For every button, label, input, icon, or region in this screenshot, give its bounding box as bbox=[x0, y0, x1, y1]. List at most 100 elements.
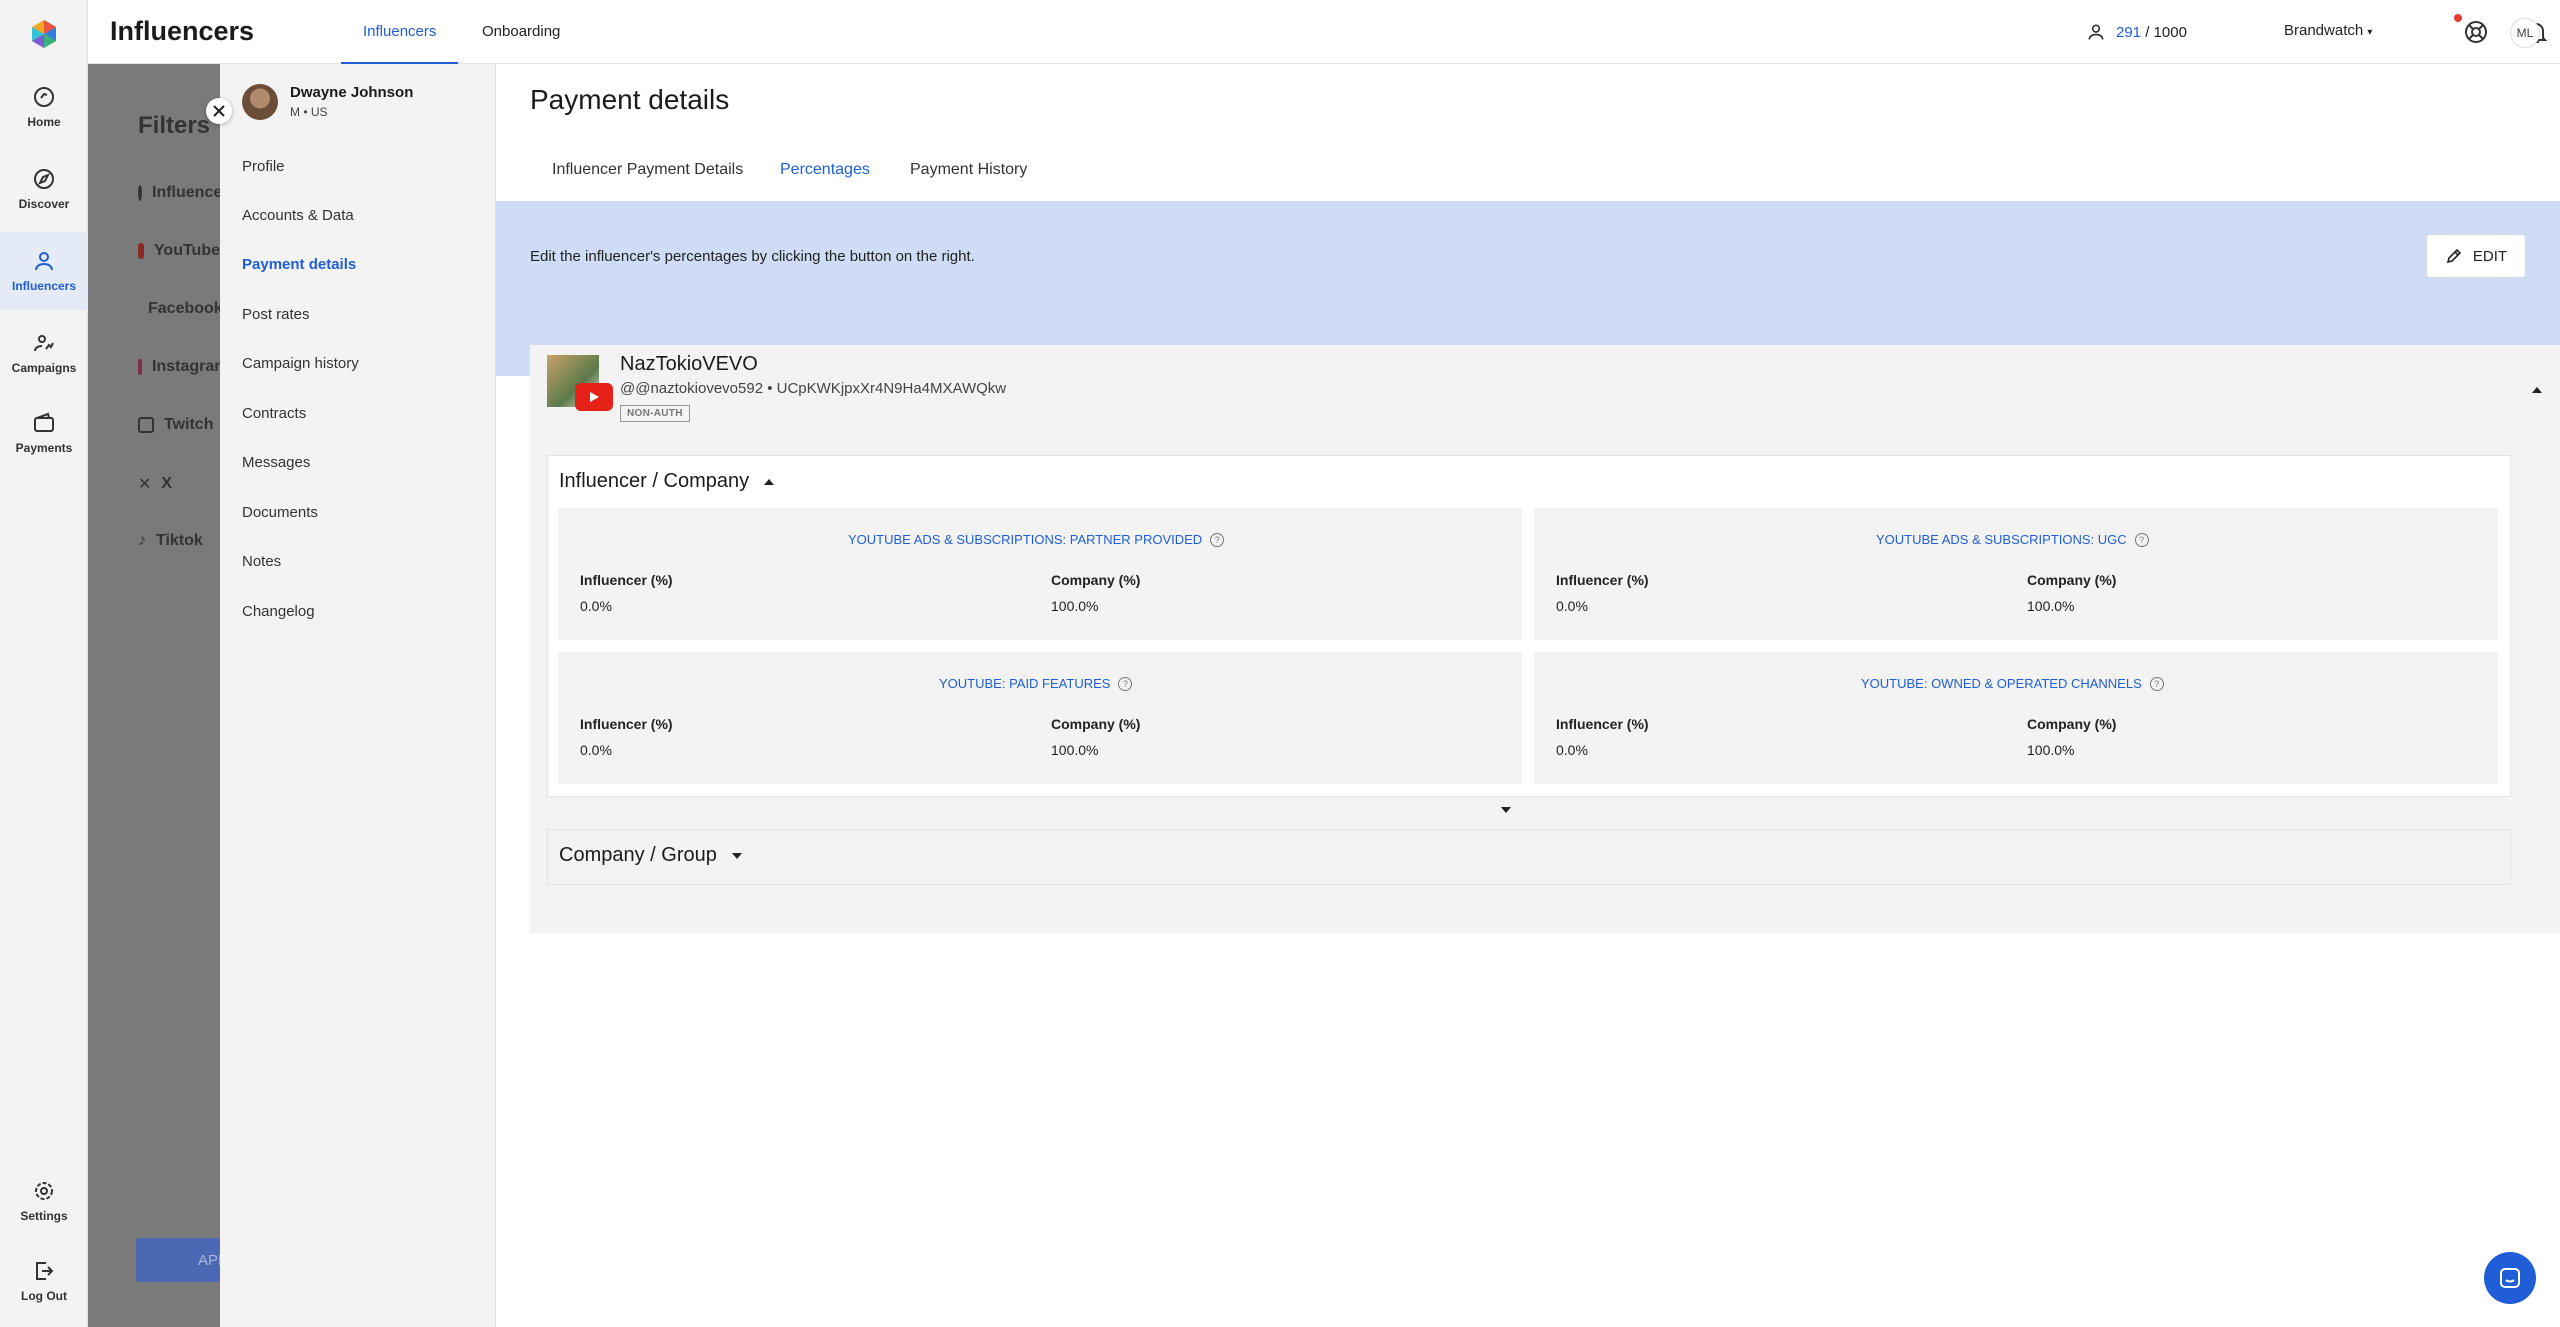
account-subtitle: @@naztokiovevo592 • UCpKWKjpxXr4N9Ha4MXA… bbox=[620, 380, 1007, 397]
caret-down-icon[interactable] bbox=[1500, 805, 1512, 815]
youtube-icon bbox=[138, 243, 144, 259]
info-icon[interactable]: ? bbox=[2149, 676, 2164, 691]
filter-row-facebook: Facebook bbox=[148, 300, 220, 317]
influencer-value: 0.0% bbox=[580, 742, 612, 758]
home-icon bbox=[34, 87, 54, 107]
counter-used: 291 bbox=[2116, 23, 2142, 41]
side-nav-changelog[interactable]: Changelog bbox=[242, 603, 315, 620]
side-nav-contracts[interactable]: Contracts bbox=[242, 405, 306, 422]
avatar bbox=[242, 84, 278, 120]
side-nav-accounts-data[interactable]: Accounts & Data bbox=[242, 207, 354, 224]
twitch-icon bbox=[138, 417, 154, 433]
influencer-label: Influencer (%) bbox=[580, 716, 673, 732]
caret-down-icon: ▾ bbox=[2367, 27, 2373, 38]
rail-campaigns[interactable]: Campaigns bbox=[0, 314, 88, 392]
influencer-counter: 291 / 1000 bbox=[2086, 22, 2187, 42]
person-icon bbox=[2088, 24, 2104, 40]
edit-button[interactable]: EDIT bbox=[2426, 234, 2526, 278]
rail-influencers[interactable]: Influencers bbox=[0, 232, 88, 310]
info-icon[interactable]: ? bbox=[2134, 532, 2149, 547]
app-logo-icon[interactable] bbox=[28, 18, 60, 50]
company-label: Company (%) bbox=[1051, 716, 1141, 732]
filter-row-twitch: Twitch bbox=[138, 416, 220, 434]
filters-panel-dimmed: Filters Influencer YouTube Facebook Inst… bbox=[88, 64, 220, 1327]
close-icon bbox=[213, 105, 225, 117]
account-card: NazTokioVEVO @@naztokiovevo592 • UCpKWKj… bbox=[530, 345, 2560, 933]
main-content: Payment details Influencer Payment Detai… bbox=[496, 64, 2560, 1327]
company-group-toggle[interactable]: Company / Group bbox=[559, 844, 743, 867]
profile-meta: M • US bbox=[290, 105, 328, 119]
company-label: Company (%) bbox=[2027, 572, 2117, 588]
rail-payments[interactable]: Payments bbox=[0, 394, 88, 472]
rail-logout[interactable]: Log Out bbox=[0, 1242, 88, 1320]
influencer-value: 0.0% bbox=[580, 598, 612, 614]
chat-icon bbox=[2500, 1268, 2520, 1288]
caret-up-icon bbox=[764, 478, 775, 485]
gear-icon bbox=[35, 1182, 53, 1200]
company-label: Company (%) bbox=[1051, 572, 1141, 588]
filter-row-tiktok: ♪ Tiktok bbox=[138, 532, 203, 549]
influencer-value: 0.0% bbox=[1556, 742, 1588, 758]
caret-up-icon[interactable] bbox=[2530, 385, 2544, 395]
tab-percentages[interactable]: Percentages bbox=[758, 134, 892, 206]
person-icon bbox=[138, 185, 142, 201]
profile-header: Dwayne Johnson M • US bbox=[242, 84, 413, 120]
cell-heading: YOUTUBE ADS & SUBSCRIPTIONS: UGC? bbox=[1876, 532, 2149, 547]
percentage-cell: YOUTUBE: PAID FEATURES? Influencer (%) C… bbox=[558, 652, 1522, 784]
company-group-section: Company / Group bbox=[547, 829, 2511, 885]
chat-launcher-button[interactable] bbox=[2484, 1252, 2536, 1304]
cell-heading: YOUTUBE: PAID FEATURES? bbox=[939, 676, 1133, 691]
side-nav-profile[interactable]: Profile bbox=[242, 158, 285, 175]
company-value: 100.0% bbox=[2027, 598, 2075, 614]
company-value: 100.0% bbox=[1051, 598, 1099, 614]
counter-total: 1000 bbox=[2153, 23, 2187, 41]
brand-dropdown[interactable]: Brandwatch ▾ bbox=[2284, 22, 2372, 39]
percentage-cell: YOUTUBE ADS & SUBSCRIPTIONS: UGC? Influe… bbox=[1534, 508, 2498, 640]
filter-row-instagram: Instagram bbox=[138, 358, 220, 376]
apply-button: APPLY bbox=[136, 1238, 220, 1282]
tab-payment-history[interactable]: Payment History bbox=[888, 134, 1049, 206]
influencer-side-panel: Dwayne Johnson M • US Profile Accounts &… bbox=[220, 64, 496, 1327]
pencil-icon bbox=[2446, 248, 2462, 264]
influencer-company-toggle[interactable]: Influencer / Company bbox=[559, 470, 775, 493]
x-icon: ✕ bbox=[138, 476, 152, 493]
discover-icon bbox=[34, 169, 54, 189]
filter-row-influencer: Influencer bbox=[138, 184, 220, 202]
side-nav-campaign-history[interactable]: Campaign history bbox=[242, 355, 359, 372]
person-icon bbox=[35, 252, 53, 271]
company-value: 100.0% bbox=[2027, 742, 2075, 758]
instagram-icon bbox=[138, 359, 142, 375]
rail-discover[interactable]: Discover bbox=[0, 150, 88, 228]
youtube-icon bbox=[575, 383, 613, 411]
logout-icon bbox=[36, 1262, 54, 1280]
top-tab-influencers[interactable]: Influencers bbox=[341, 0, 459, 64]
notification-dot bbox=[2454, 14, 2462, 22]
side-nav-notes[interactable]: Notes bbox=[242, 553, 281, 570]
info-icon[interactable]: ? bbox=[1118, 676, 1133, 691]
side-nav-post-rates[interactable]: Post rates bbox=[242, 306, 310, 323]
close-panel-button[interactable] bbox=[206, 98, 232, 124]
side-nav-payment-details[interactable]: Payment details bbox=[242, 256, 356, 273]
company-label: Company (%) bbox=[2027, 716, 2117, 732]
non-auth-badge: NON-AUTH bbox=[620, 405, 690, 422]
counter-separator: / bbox=[2141, 23, 2154, 41]
help-icon[interactable] bbox=[2462, 18, 2490, 46]
user-avatar[interactable]: ML bbox=[2510, 18, 2540, 48]
profile-name: Dwayne Johnson bbox=[290, 84, 414, 101]
cell-heading: YOUTUBE: OWNED & OPERATED CHANNELS? bbox=[1861, 676, 2164, 691]
rail-home[interactable]: Home bbox=[0, 68, 88, 146]
influencer-value: 0.0% bbox=[1556, 598, 1588, 614]
top-tab-onboarding[interactable]: Onboarding bbox=[460, 0, 582, 64]
percentage-cell: YOUTUBE: OWNED & OPERATED CHANNELS? Infl… bbox=[1534, 652, 2498, 784]
side-nav-messages[interactable]: Messages bbox=[242, 454, 310, 471]
left-rail: Home Discover Influencers Campaigns Paym… bbox=[0, 0, 88, 1327]
info-icon[interactable]: ? bbox=[1210, 532, 1225, 547]
filter-row-youtube: YouTube bbox=[138, 242, 220, 260]
tab-influencer-payment-details[interactable]: Influencer Payment Details bbox=[530, 134, 765, 206]
side-nav-documents[interactable]: Documents bbox=[242, 504, 318, 521]
banner-text: Edit the influencer's percentages by cli… bbox=[530, 248, 975, 265]
account-name: NazTokioVEVO bbox=[620, 353, 758, 375]
influencer-label: Influencer (%) bbox=[580, 572, 673, 588]
rail-settings[interactable]: Settings bbox=[0, 1162, 88, 1240]
percentage-cell: YOUTUBE ADS & SUBSCRIPTIONS: PARTNER PRO… bbox=[558, 508, 1522, 640]
